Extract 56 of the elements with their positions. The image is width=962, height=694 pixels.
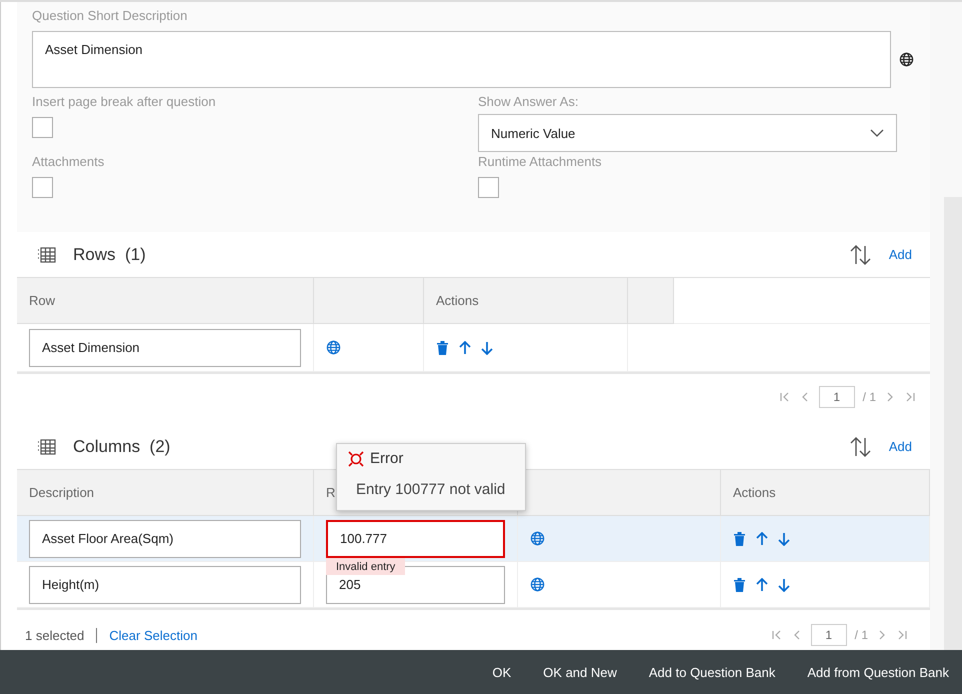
arrow-up-icon[interactable] [756, 578, 768, 592]
answer-type-dropdown[interactable]: Numeric Value [478, 114, 897, 152]
first-page-icon[interactable] [770, 629, 783, 641]
row-name-field[interactable]: Asset Dimension [29, 328, 301, 366]
clear-selection-link[interactable]: Clear Selection [109, 628, 198, 642]
column-header: Row [17, 278, 314, 324]
footer-button[interactable]: Add to Question Bank [648, 664, 776, 680]
arrow-down-icon[interactable] [778, 578, 790, 592]
globe-icon[interactable] [899, 52, 914, 67]
arrow-down-icon[interactable] [481, 340, 493, 354]
error-tag: Invalid entry [326, 558, 406, 575]
table-icon [37, 438, 57, 456]
popover-title: Error [370, 450, 404, 467]
checkbox[interactable] [478, 177, 499, 198]
add-button[interactable]: Add [888, 247, 912, 262]
delete-icon[interactable] [733, 578, 746, 592]
footer-button[interactable]: OK and New [543, 664, 617, 680]
sort-icon[interactable] [848, 244, 873, 266]
footer-button[interactable]: OK [492, 664, 512, 680]
page-total: / 1 [862, 390, 876, 404]
field-label: Question Short Description [32, 8, 188, 23]
selection-count: 1 selected [25, 628, 98, 642]
field-label: Attachments [32, 154, 106, 169]
field-label: Show Answer As: [478, 94, 580, 109]
column-header: Description [17, 470, 314, 516]
arrow-up-icon[interactable] [459, 340, 471, 354]
section-title: Columns (2) [73, 436, 170, 456]
error-icon [348, 450, 364, 466]
page-number-field[interactable]: 1 [818, 386, 855, 408]
field-label: Runtime Attachments [478, 154, 603, 169]
column-name-field[interactable]: Height(m) [29, 566, 301, 604]
column-header: Actions [424, 278, 628, 324]
table-icon [37, 246, 57, 264]
checkbox[interactable] [32, 177, 53, 198]
error-message: Entry 100777 not valid [355, 481, 506, 498]
last-page-icon[interactable] [896, 629, 908, 641]
value-field[interactable]: 100.777 [326, 520, 505, 558]
add-button[interactable]: Add [888, 439, 912, 454]
footer-button[interactable]: Add from Question Bank [807, 664, 949, 680]
section-title: Rows (1) [73, 244, 146, 264]
last-page-icon[interactable] [904, 391, 916, 403]
page-total: / 1 [854, 628, 868, 642]
column-header: Actions [721, 470, 930, 516]
field-label: Insert page break after question [32, 94, 217, 109]
arrow-up-icon[interactable] [756, 532, 768, 546]
checkbox[interactable] [32, 117, 53, 138]
scrollbar[interactable] [930, 2, 962, 652]
column-name-field[interactable]: Asset Floor Area(Sqm) [29, 520, 301, 558]
sort-icon[interactable] [848, 436, 873, 458]
description-field[interactable]: Asset Dimension [32, 31, 891, 88]
delete-icon[interactable] [436, 340, 449, 354]
page-number-field[interactable]: 1 [810, 624, 847, 646]
chevron-down-icon [870, 128, 884, 138]
arrow-down-icon[interactable] [778, 532, 790, 546]
first-page-icon[interactable] [778, 391, 791, 403]
delete-icon[interactable] [733, 532, 746, 546]
